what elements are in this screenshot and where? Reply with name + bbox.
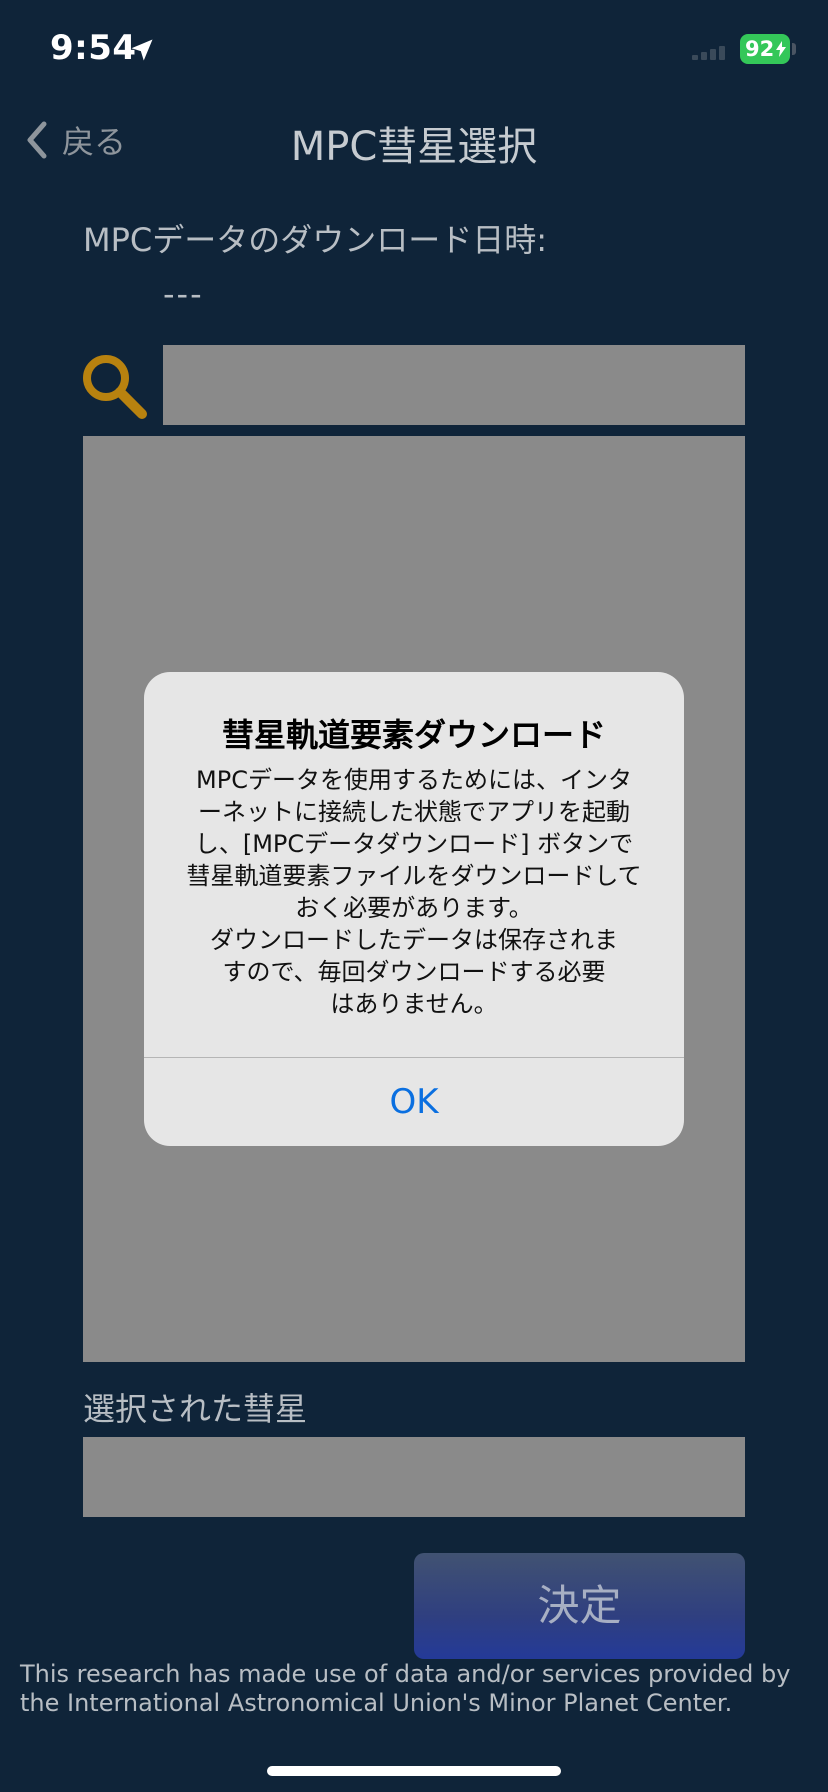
alert-message-line: おく必要があります。 (295, 894, 533, 922)
alert-message-line: はありません。 (330, 990, 498, 1018)
comet-search-input[interactable] (163, 345, 745, 425)
alert-title: 彗星軌道要素ダウンロード (221, 716, 606, 754)
cellular-signal-icon (692, 46, 725, 60)
home-indicator[interactable] (267, 1766, 561, 1776)
decide-button[interactable]: 決定 (414, 1553, 745, 1659)
alert-message: MPCデータを使用するためには、インタ ーネットに接続した状態でアプリを起動 し… (174, 764, 654, 1020)
download-datetime-value: --- (163, 275, 204, 313)
selected-comet-label: 選択された彗星 (83, 1390, 308, 1428)
page-title: MPC彗星選択 (290, 124, 538, 170)
download-alert-dialog: 彗星軌道要素ダウンロード MPCデータを使用するためには、インタ ーネットに接続… (144, 672, 684, 1146)
alert-message-line: ーネットに接続した状態でアプリを起動 (198, 798, 630, 826)
alert-message-line: MPCデータを使用するためには、インタ (196, 766, 632, 794)
alert-message-line: 彗星軌道要素ファイルをダウンロードして (186, 862, 642, 890)
download-datetime-label: MPCデータのダウンロード日時: (83, 221, 548, 259)
charging-bolt-icon (776, 41, 786, 57)
battery-indicator: 92 (740, 34, 790, 64)
location-arrow-icon (131, 39, 153, 61)
battery-cap (792, 43, 796, 55)
selected-comet-field (83, 1437, 745, 1517)
magnifier-icon[interactable] (80, 352, 150, 422)
alert-ok-button[interactable]: OK (144, 1058, 684, 1146)
mpc-credit-text: This research has made use of data and/o… (20, 1660, 791, 1717)
alert-message-line: し、[MPCデータダウンロード] ボタンで (194, 830, 634, 858)
status-time: 9:54 (50, 28, 137, 68)
alert-message-line: すので、毎回ダウンロードする必要 (222, 958, 606, 986)
alert-message-line: ダウンロードしたデータは保存されま (210, 926, 618, 954)
status-bar: 9:54 92 (0, 0, 828, 100)
battery-level: 92 (745, 37, 775, 61)
